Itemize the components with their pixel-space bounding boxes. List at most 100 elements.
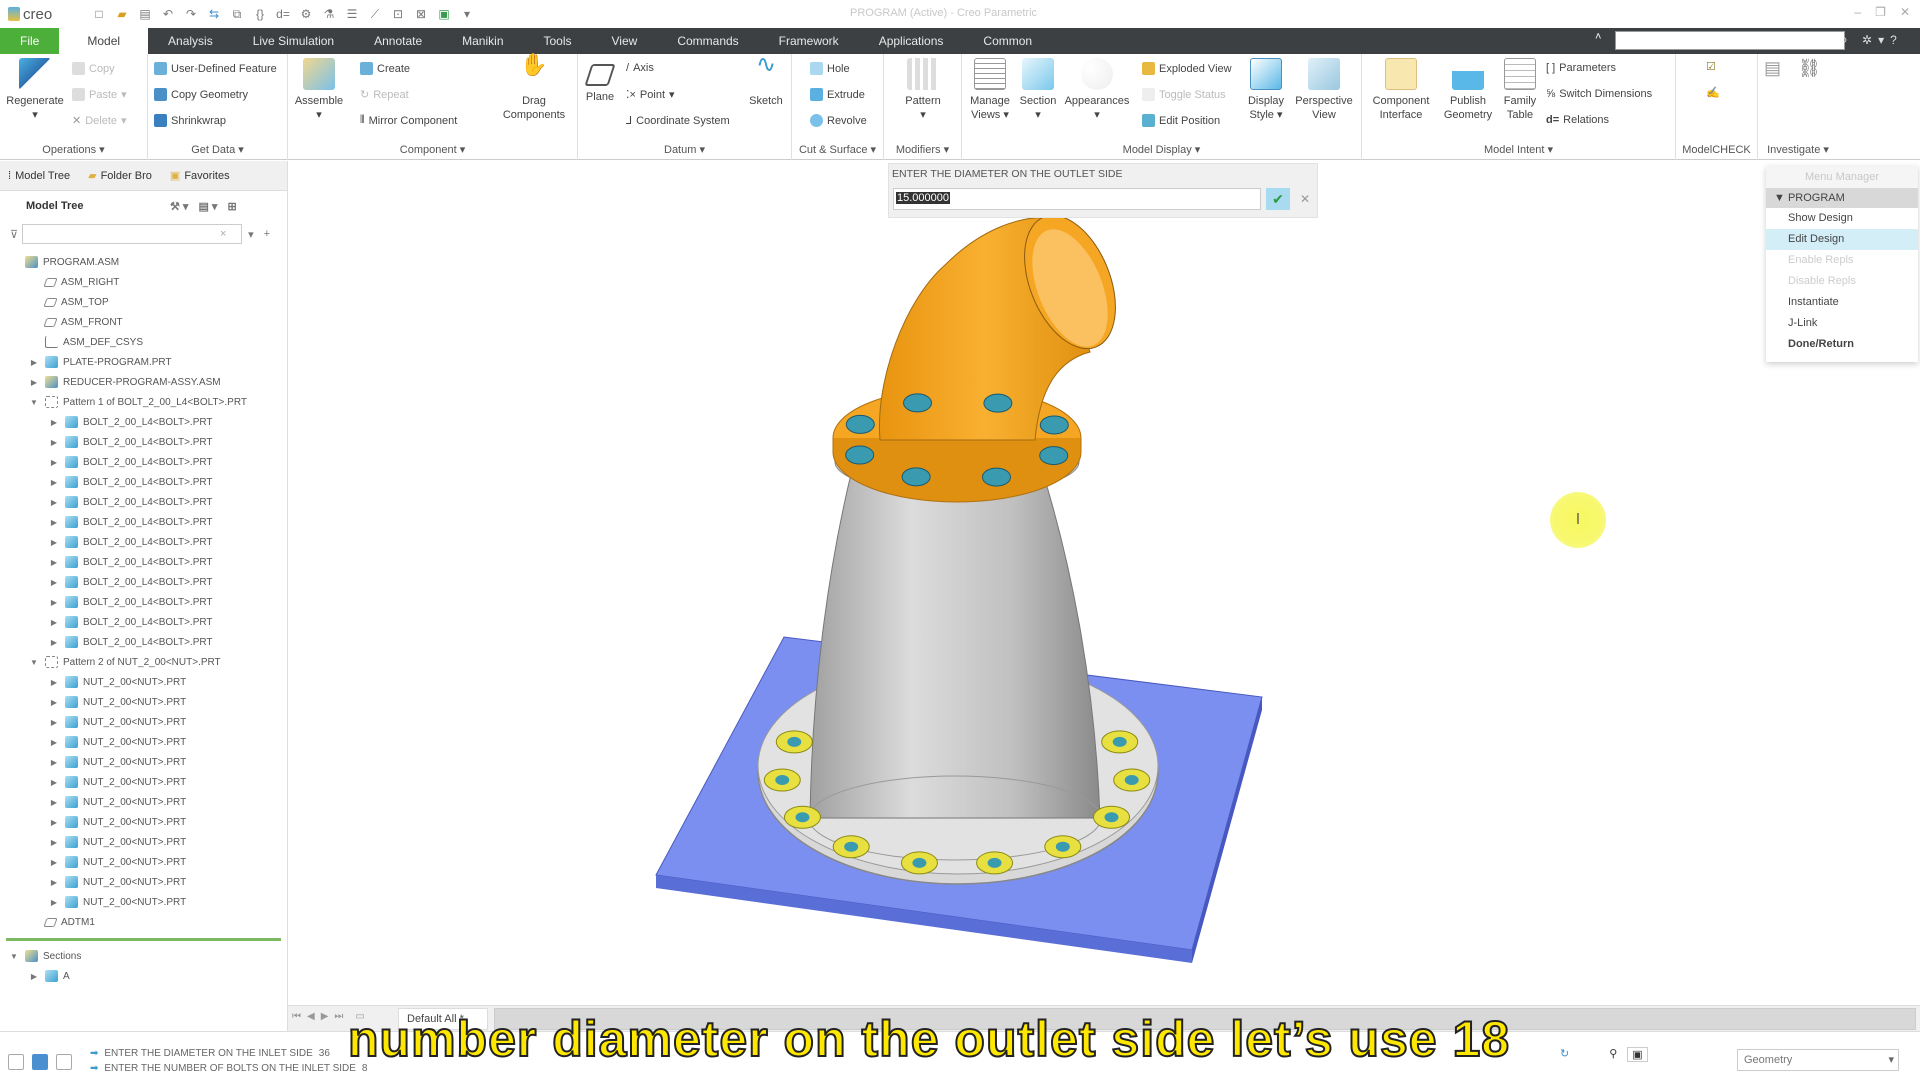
modelcheck-regenerate-button[interactable]: ☑ <box>1706 60 1716 73</box>
help-icon[interactable]: ? <box>1890 33 1897 47</box>
tree-node[interactable]: ▶ NUT_2_00<NUT>.PRT <box>0 792 287 812</box>
tab-analysis[interactable]: Analysis <box>148 28 233 54</box>
expand-toggle-icon[interactable]: ▶ <box>48 778 60 787</box>
filter-icon[interactable]: ⊽ <box>10 228 18 241</box>
tree-node[interactable]: ▼ Sections <box>0 946 287 966</box>
last-icon[interactable]: ⏭ <box>334 1011 343 1022</box>
prev-icon[interactable]: ◀ <box>307 1011 315 1022</box>
tree-node[interactable]: ▶ BOLT_2_00_L4<BOLT>.PRT <box>0 452 287 472</box>
relations-button[interactable]: d= Relations <box>1546 114 1609 126</box>
expand-toggle-icon[interactable]: ▶ <box>48 798 60 807</box>
expand-toggle-icon[interactable]: ▶ <box>48 518 60 527</box>
group-label[interactable]: Investigate ▾ <box>1758 143 1838 156</box>
expand-toggle-icon[interactable]: ▶ <box>48 638 60 647</box>
windows-icon[interactable]: ⧉ <box>230 7 244 22</box>
family-table-button[interactable]: Family Table <box>1498 58 1542 122</box>
mirror-component-button[interactable]: ⫴ Mirror Component <box>360 114 457 127</box>
switch-dimensions-button[interactable]: ⅝ Switch Dimensions <box>1546 88 1652 100</box>
expand-toggle-icon[interactable]: ▶ <box>48 538 60 547</box>
tab-manikin[interactable]: Manikin <box>442 28 523 54</box>
tab-commands[interactable]: Commands <box>657 28 758 54</box>
command-search-input[interactable] <box>1615 31 1845 50</box>
tree-node[interactable]: ▶ BOLT_2_00_L4<BOLT>.PRT <box>0 532 287 552</box>
group-label[interactable]: Get Data ▾ <box>148 143 287 156</box>
pattern-button[interactable]: Pattern ▾ <box>898 58 948 122</box>
tree-node[interactable]: ASM_RIGHT <box>0 272 287 292</box>
first-icon[interactable]: ⏮ <box>292 1011 301 1022</box>
repeat-button[interactable]: ↻ Repeat <box>360 88 409 102</box>
tree-node[interactable]: ▶ BOLT_2_00_L4<BOLT>.PRT <box>0 632 287 652</box>
group-label[interactable]: Component ▾ <box>288 143 577 156</box>
component-interface-button[interactable]: Component Interface <box>1366 58 1436 122</box>
udf-button[interactable]: User-Defined Feature <box>154 62 277 75</box>
regenerate-button[interactable]: Regenerate ▾ <box>4 58 66 122</box>
clear-icon[interactable]: × <box>220 228 226 240</box>
tab-model[interactable]: Model <box>59 28 149 54</box>
tree-node[interactable]: ▶ BOLT_2_00_L4<BOLT>.PRT <box>0 492 287 512</box>
axis-button[interactable]: / Axis <box>626 62 654 74</box>
extrude-button[interactable]: Extrude <box>810 88 865 101</box>
expand-toggle-icon[interactable]: ▶ <box>48 458 60 467</box>
appearances-button[interactable]: Appearances ▾ <box>1062 58 1132 122</box>
create-button[interactable]: Create <box>360 62 410 75</box>
settings-icon[interactable]: ⚒ ▾ <box>170 200 188 213</box>
dropdown-icon[interactable]: ▾ <box>248 228 254 241</box>
collapse-ribbon-icon[interactable]: ˄ <box>1595 31 1601 43</box>
accept-button[interactable]: ✔ <box>1266 188 1290 210</box>
measure-icon[interactable]: ⟋ <box>368 7 382 22</box>
undo-icon[interactable]: ↶ <box>161 7 175 21</box>
tree-node[interactable]: ▶ BOLT_2_00_L4<BOLT>.PRT <box>0 592 287 612</box>
expand-toggle-icon[interactable]: ▶ <box>48 878 60 887</box>
tab-live-simulation[interactable]: Live Simulation <box>233 28 354 54</box>
tree-node[interactable]: ▶ NUT_2_00<NUT>.PRT <box>0 852 287 872</box>
expand-toggle-icon[interactable]: ▶ <box>48 678 60 687</box>
tree-node[interactable]: ▶ BOLT_2_00_L4<BOLT>.PRT <box>0 512 287 532</box>
selection-filter[interactable]: Geometry ▾ <box>1737 1049 1899 1071</box>
save-icon[interactable]: ▤ <box>138 7 152 21</box>
tree-node[interactable]: ▶ NUT_2_00<NUT>.PRT <box>0 872 287 892</box>
fullscreen-icon[interactable] <box>56 1054 72 1070</box>
tree-node[interactable]: ▶ NUT_2_00<NUT>.PRT <box>0 732 287 752</box>
plane-button[interactable]: Plane <box>580 58 620 104</box>
tab-file[interactable]: File <box>0 28 60 54</box>
cancel-button[interactable]: ✕ <box>1294 188 1316 210</box>
point-button[interactable]: ⁚× Point ▾ <box>626 88 675 102</box>
regenerate-icon[interactable]: ⇆ <box>207 7 221 21</box>
tree-node[interactable]: ASM_FRONT <box>0 312 287 332</box>
group-label[interactable]: Modifiers ▾ <box>884 143 961 156</box>
parameters-icon[interactable]: {} <box>253 7 267 21</box>
coordinate-system-button[interactable]: ⅃ Coordinate System <box>626 114 730 128</box>
expand-toggle-icon[interactable]: ▼ <box>28 658 40 667</box>
expand-toggle-icon[interactable]: ▶ <box>48 758 60 767</box>
tab-view[interactable]: View <box>592 28 658 54</box>
tree-node[interactable]: ▶ BOLT_2_00_L4<BOLT>.PRT <box>0 612 287 632</box>
tree-node[interactable]: ▶ BOLT_2_00_L4<BOLT>.PRT <box>0 472 287 492</box>
expand-toggle-icon[interactable]: ▶ <box>28 358 40 367</box>
expand-toggle-icon[interactable]: ▼ <box>28 398 40 407</box>
edit-position-button[interactable]: Edit Position <box>1142 114 1220 127</box>
expand-toggle-icon[interactable]: ▶ <box>48 438 60 447</box>
sketch-button[interactable]: ∿ Sketch <box>746 53 786 108</box>
menu-item[interactable]: Edit Design <box>1766 229 1918 250</box>
expand-toggle-icon[interactable]: ▼ <box>8 952 20 961</box>
tree-node[interactable]: ▶ NUT_2_00<NUT>.PRT <box>0 712 287 732</box>
tree-node[interactable]: ▼ Pattern 2 of NUT_2_00<NUT>.PRT <box>0 652 287 672</box>
manage-views-button[interactable]: Manage Views ▾ <box>968 58 1012 122</box>
next-icon[interactable]: ▶ <box>321 1011 329 1022</box>
tree-node[interactable]: ▶ BOLT_2_00_L4<BOLT>.PRT <box>0 572 287 592</box>
expand-toggle-icon[interactable]: ▶ <box>48 578 60 587</box>
browser-toggle-icon[interactable] <box>32 1054 48 1070</box>
copy-button[interactable]: Copy <box>72 62 115 75</box>
tab-common[interactable]: Common <box>963 28 1052 54</box>
tree-node[interactable]: ▼ Pattern 1 of BOLT_2_00_L4<BOLT>.PRT <box>0 392 287 412</box>
menu-item[interactable]: Done/Return <box>1766 334 1918 355</box>
tree-node[interactable]: ASM_DEF_CSYS <box>0 332 287 352</box>
tree-node[interactable]: ASM_TOP <box>0 292 287 312</box>
expand-toggle-icon[interactable]: ▶ <box>48 818 60 827</box>
menu-item[interactable]: Show Design <box>1766 208 1918 229</box>
tree-node[interactable]: ▶ BOLT_2_00_L4<BOLT>.PRT <box>0 552 287 572</box>
parameters-button[interactable]: [ ] Parameters <box>1546 62 1616 74</box>
tab-annotate[interactable]: Annotate <box>354 28 442 54</box>
tree-node[interactable]: ADTM1 <box>0 912 287 932</box>
expand-toggle-icon[interactable]: ▶ <box>48 858 60 867</box>
